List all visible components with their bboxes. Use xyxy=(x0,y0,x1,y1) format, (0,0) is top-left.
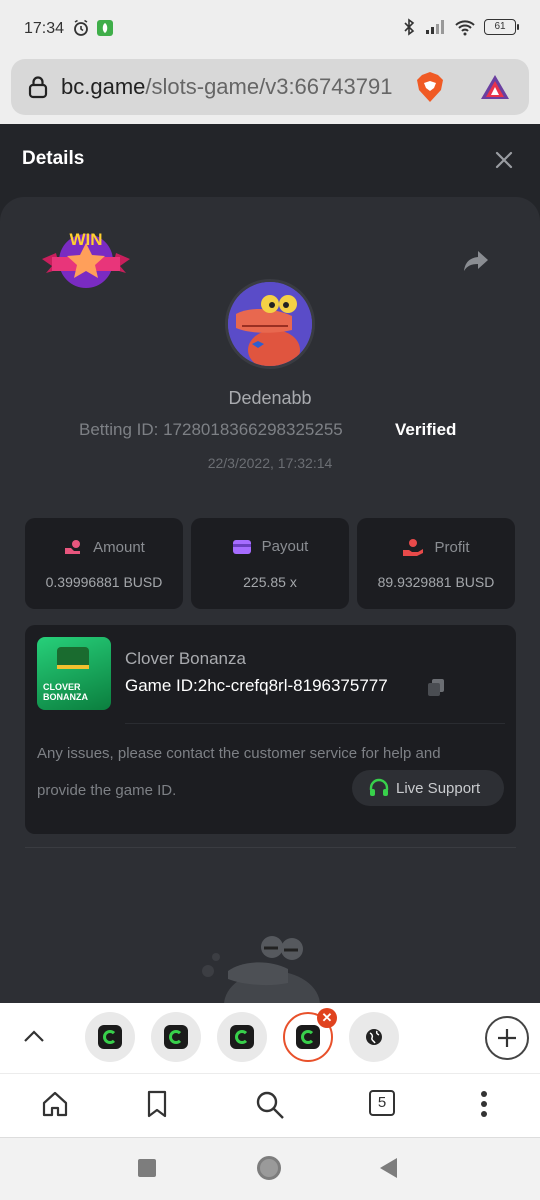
live-support-button[interactable]: Live Support xyxy=(352,770,504,806)
amount-icon xyxy=(65,540,81,554)
url-path: /slots-game/v3:66743791 xyxy=(145,74,393,99)
bc-game-icon xyxy=(296,1025,320,1049)
address-bar[interactable]: bc.game/slots-game/v3:66743791 xyxy=(11,59,529,115)
bc-game-icon xyxy=(230,1025,254,1049)
bc-game-icon xyxy=(98,1025,122,1049)
more-menu-icon[interactable] xyxy=(480,1090,488,1118)
stat-profit: Profit 89.9329881 BUSD xyxy=(357,518,515,609)
bluetooth-icon xyxy=(404,18,415,36)
support-message-line1: Any issues, please contact the customer … xyxy=(37,745,441,762)
stat-header: Amount xyxy=(25,538,183,556)
avatar xyxy=(225,279,315,369)
browser-chrome: bc.game/slots-game/v3:66743791 xyxy=(0,56,540,124)
tab-count-button[interactable]: 5 xyxy=(369,1090,395,1116)
status-left-icons xyxy=(72,19,114,37)
new-tab-button[interactable] xyxy=(485,1016,529,1060)
tab-thumbnail[interactable] xyxy=(217,1012,267,1062)
headset-icon xyxy=(369,778,389,796)
battery-indicator: 61 xyxy=(484,19,519,35)
stat-payout: Payout 225.85 x xyxy=(191,518,349,609)
verified-link[interactable]: Verified xyxy=(395,420,456,440)
stat-value: 225.85 x xyxy=(243,574,297,590)
stat-header: Profit xyxy=(357,538,515,556)
bet-timestamp: 22/3/2022, 17:32:14 xyxy=(207,455,333,471)
payout-card-icon xyxy=(232,539,251,554)
tab-thumbnail[interactable] xyxy=(349,1012,399,1062)
leprechaun-hat-icon xyxy=(57,647,89,669)
win-badge-icon: WIN xyxy=(42,230,130,288)
stat-value: 89.9329881 BUSD xyxy=(377,574,495,590)
plus-icon xyxy=(498,1029,516,1047)
support-message-line2: provide the game ID. xyxy=(37,782,177,799)
search-icon[interactable] xyxy=(255,1090,285,1120)
page-title: Details xyxy=(22,148,85,169)
back-icon[interactable] xyxy=(380,1158,397,1178)
sleepy-crocodile-icon xyxy=(202,936,320,1003)
tab-thumbnail[interactable] xyxy=(85,1012,135,1062)
game-thumbnail[interactable]: CLOVER BONANZA xyxy=(37,637,111,710)
stat-value: 0.39996881 BUSD xyxy=(45,574,163,590)
home-icon[interactable] xyxy=(41,1090,69,1118)
tab-thumbnail-active[interactable]: ✕ xyxy=(283,1008,337,1062)
tab-strip: ✕ xyxy=(0,1003,540,1073)
share-icon[interactable] xyxy=(462,249,490,273)
close-icon[interactable] xyxy=(494,150,514,170)
brave-rewards-icon[interactable] xyxy=(479,73,511,101)
system-nav-bar xyxy=(0,1137,540,1200)
brave-shields-icon[interactable] xyxy=(415,71,445,103)
browser-toolbar: 5 xyxy=(0,1073,540,1137)
close-tab-icon[interactable]: ✕ xyxy=(317,1008,337,1028)
recents-icon[interactable] xyxy=(138,1159,156,1177)
game-id: Game ID:2hc-crefq8rl-8196375777 xyxy=(125,676,388,695)
game-name[interactable]: Clover Bonanza xyxy=(125,649,246,669)
win-badge-text: WIN xyxy=(69,230,102,249)
bc-game-icon xyxy=(164,1025,188,1049)
signal-icon xyxy=(426,20,444,34)
live-support-label: Live Support xyxy=(396,779,481,797)
status-right-icons: 61 xyxy=(402,18,519,36)
bet-details-card: WIN Dedenabb Betting ID: 172801836629832… xyxy=(0,197,540,1003)
divider xyxy=(125,723,505,724)
betting-id: Betting ID: 1728018366298325255 xyxy=(79,420,343,439)
url-host: bc.game xyxy=(61,74,146,99)
page-content: Details WIN Dedenabb Betting ID: 1728018… xyxy=(0,124,540,1003)
url-text[interactable]: bc.game/slots-game/v3:66743791 xyxy=(61,74,392,100)
stat-label: Amount xyxy=(93,538,145,556)
stat-header: Payout xyxy=(191,538,349,555)
home-circle-icon[interactable] xyxy=(257,1156,281,1180)
tab-thumbnail[interactable] xyxy=(151,1012,201,1062)
stat-label: Profit xyxy=(434,538,470,556)
status-time: 17:34 xyxy=(24,20,65,37)
chevron-up-icon[interactable] xyxy=(22,1028,46,1044)
copy-icon[interactable] xyxy=(426,677,446,697)
stat-label: Payout xyxy=(261,538,309,555)
crocodile-avatar-icon xyxy=(228,282,312,366)
app-notification-icon xyxy=(97,20,113,36)
stat-amount: Amount 0.39996881 BUSD xyxy=(25,518,183,609)
bookmark-icon[interactable] xyxy=(145,1090,169,1118)
wifi-icon xyxy=(455,20,475,36)
profit-hand-icon xyxy=(403,539,424,556)
divider xyxy=(25,847,516,848)
lock-icon[interactable] xyxy=(27,75,49,99)
alarm-icon xyxy=(74,19,88,36)
status-bar: 17:34 61 xyxy=(0,0,540,56)
game-thumbnail-text: CLOVER BONANZA xyxy=(43,682,88,702)
game-info-box: CLOVER BONANZA Clover Bonanza Game ID:2h… xyxy=(25,625,516,834)
username: Dedenabb xyxy=(228,388,312,408)
globe-icon xyxy=(366,1029,382,1045)
